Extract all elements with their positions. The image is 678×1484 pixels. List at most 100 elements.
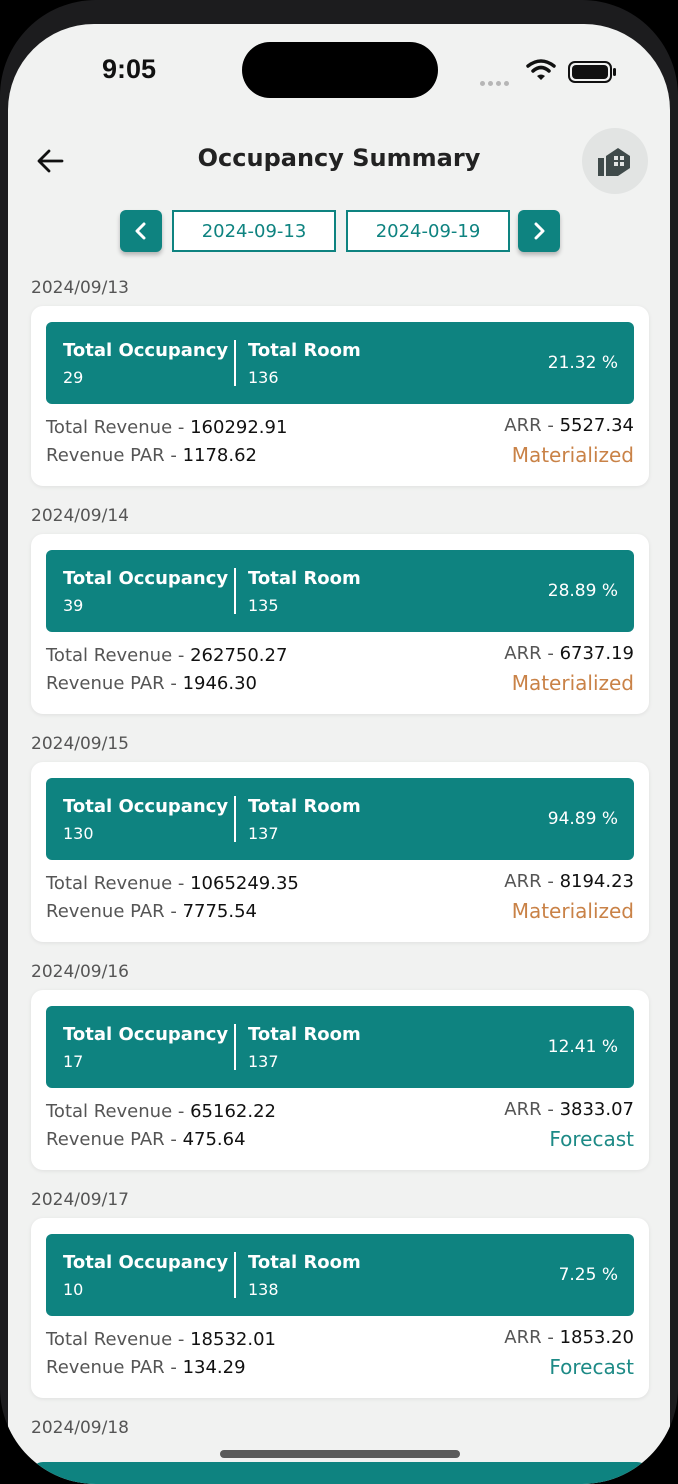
arr-label: ARR - bbox=[504, 643, 560, 664]
revenue-par-row: Revenue PAR - 7775.54 bbox=[46, 901, 257, 922]
wifi-icon bbox=[526, 59, 556, 80]
band-divider bbox=[234, 1024, 236, 1070]
revenue-par-row: Revenue PAR - 475.64 bbox=[46, 1129, 246, 1150]
end-date-field[interactable]: 2024-09-19 bbox=[346, 210, 510, 252]
status-badge: Materialized bbox=[511, 899, 634, 923]
revenue-par-row: Revenue PAR - 1946.30 bbox=[46, 673, 257, 694]
revenue-par-value: 1946.30 bbox=[182, 673, 258, 694]
hotel-logo-icon[interactable] bbox=[582, 128, 648, 194]
total-room-label: Total Room bbox=[248, 1024, 361, 1045]
total-occupancy-value: 29 bbox=[63, 368, 84, 387]
revenue-par-value: 134.29 bbox=[182, 1357, 246, 1378]
cellular-signal-icon bbox=[480, 71, 512, 90]
total-revenue-value: 65162.22 bbox=[190, 1101, 276, 1122]
arr-value: 8194.23 bbox=[559, 871, 634, 892]
occupancy-percent: 21.32 % bbox=[547, 353, 618, 373]
total-occupancy-value: 17 bbox=[63, 1052, 84, 1071]
total-occupancy-label: Total Occupancy bbox=[63, 1024, 229, 1045]
occupancy-band: Total Occupancy 39 Total Room 135 28.89 … bbox=[46, 550, 634, 632]
arr-value: 3833.07 bbox=[559, 1099, 634, 1120]
total-revenue-label: Total Revenue - bbox=[46, 417, 191, 438]
status-badge: Materialized bbox=[511, 443, 634, 467]
total-room-value: 137 bbox=[248, 824, 279, 843]
total-room-value: 138 bbox=[248, 1280, 279, 1299]
occupancy-band: Total Occupancy 17 Total Room 137 12.41 … bbox=[46, 1006, 634, 1088]
band-divider bbox=[234, 796, 236, 842]
total-revenue-value: 262750.27 bbox=[190, 645, 288, 666]
occupancy-percent: 28.89 % bbox=[547, 581, 618, 601]
previous-week-button[interactable] bbox=[120, 210, 162, 252]
total-revenue-row: Total Revenue - 65162.22 bbox=[46, 1101, 276, 1122]
chevron-right-icon bbox=[534, 222, 545, 240]
occupancy-card[interactable]: Total Occupancy 130 Total Room 137 94.89… bbox=[31, 762, 649, 942]
occupancy-card-partial[interactable] bbox=[31, 1462, 649, 1484]
occupancy-card[interactable]: Total Occupancy 29 Total Room 136 21.32 … bbox=[31, 306, 649, 486]
phone-frame: 9:05 Occupancy Summary 2024-09-13 2024-0… bbox=[0, 0, 678, 1484]
total-revenue-row: Total Revenue - 160292.91 bbox=[46, 417, 287, 438]
occupancy-percent: 7.25 % bbox=[558, 1265, 618, 1285]
building-hand-icon bbox=[598, 148, 630, 176]
occupancy-band: Total Occupancy 10 Total Room 138 7.25 % bbox=[46, 1234, 634, 1316]
total-revenue-row: Total Revenue - 18532.01 bbox=[46, 1329, 276, 1350]
total-revenue-value: 1065249.35 bbox=[190, 873, 299, 894]
total-revenue-label: Total Revenue - bbox=[46, 1101, 191, 1122]
total-revenue-row: Total Revenue - 1065249.35 bbox=[46, 873, 299, 894]
total-room-label: Total Room bbox=[248, 796, 361, 817]
occupancy-band: Total Occupancy 130 Total Room 137 94.89… bbox=[46, 778, 634, 860]
dynamic-island bbox=[242, 42, 438, 98]
revenue-par-value: 475.64 bbox=[182, 1129, 246, 1150]
occupancy-percent: 94.89 % bbox=[547, 809, 618, 829]
day-date-label: 2024/09/17 bbox=[31, 1190, 129, 1210]
day-date-label: 2024/09/13 bbox=[31, 278, 129, 298]
occupancy-card[interactable]: Total Occupancy 10 Total Room 138 7.25 %… bbox=[31, 1218, 649, 1398]
revenue-par-value: 1178.62 bbox=[182, 445, 258, 466]
arr-value: 6737.19 bbox=[559, 643, 634, 664]
revenue-par-value: 7775.54 bbox=[182, 901, 258, 922]
app-screen: 9:05 Occupancy Summary 2024-09-13 2024-0… bbox=[8, 24, 670, 1484]
start-date-field[interactable]: 2024-09-13 bbox=[172, 210, 336, 252]
total-revenue-label: Total Revenue - bbox=[46, 645, 191, 666]
band-divider bbox=[234, 340, 236, 386]
arr-label: ARR - bbox=[504, 1099, 560, 1120]
day-date-label: 2024/09/15 bbox=[31, 734, 129, 754]
status-time: 9:05 bbox=[102, 54, 157, 84]
arr-row: ARR - 5527.34 bbox=[504, 415, 634, 436]
revenue-par-label: Revenue PAR - bbox=[46, 1129, 183, 1150]
occupancy-card[interactable]: Total Occupancy 39 Total Room 135 28.89 … bbox=[31, 534, 649, 714]
total-occupancy-value: 130 bbox=[63, 824, 94, 843]
total-occupancy-value: 39 bbox=[63, 596, 84, 615]
total-revenue-row: Total Revenue - 262750.27 bbox=[46, 645, 287, 666]
total-occupancy-label: Total Occupancy bbox=[63, 340, 229, 361]
day-date-label: 2024/09/14 bbox=[31, 506, 129, 526]
arr-label: ARR - bbox=[504, 871, 560, 892]
arr-row: ARR - 3833.07 bbox=[504, 1099, 634, 1120]
arr-label: ARR - bbox=[504, 415, 560, 436]
revenue-par-label: Revenue PAR - bbox=[46, 445, 183, 466]
arr-row: ARR - 1853.20 bbox=[504, 1327, 634, 1348]
arr-value: 1853.20 bbox=[559, 1327, 634, 1348]
revenue-par-row: Revenue PAR - 1178.62 bbox=[46, 445, 257, 466]
next-week-button[interactable] bbox=[518, 210, 560, 252]
occupancy-card[interactable]: Total Occupancy 17 Total Room 137 12.41 … bbox=[31, 990, 649, 1170]
battery-icon bbox=[568, 61, 616, 83]
total-occupancy-label: Total Occupancy bbox=[63, 796, 229, 817]
arr-row: ARR - 6737.19 bbox=[504, 643, 634, 664]
band-divider bbox=[234, 568, 236, 614]
day-date-label: 2024/09/16 bbox=[31, 962, 129, 982]
revenue-par-label: Revenue PAR - bbox=[46, 901, 183, 922]
revenue-par-row: Revenue PAR - 134.29 bbox=[46, 1357, 246, 1378]
total-room-value: 136 bbox=[248, 368, 279, 387]
status-badge: Forecast bbox=[549, 1355, 634, 1379]
occupancy-percent: 12.41 % bbox=[547, 1037, 618, 1057]
total-room-value: 135 bbox=[248, 596, 279, 615]
revenue-par-label: Revenue PAR - bbox=[46, 673, 183, 694]
home-indicator[interactable] bbox=[220, 1450, 460, 1458]
page-title: Occupancy Summary bbox=[197, 144, 481, 172]
arr-label: ARR - bbox=[504, 1327, 560, 1348]
total-revenue-label: Total Revenue - bbox=[46, 873, 191, 894]
total-room-label: Total Room bbox=[248, 340, 361, 361]
status-badge: Materialized bbox=[511, 671, 634, 695]
occupancy-band: Total Occupancy 29 Total Room 136 21.32 … bbox=[46, 322, 634, 404]
total-room-value: 137 bbox=[248, 1052, 279, 1071]
total-occupancy-label: Total Occupancy bbox=[63, 568, 229, 589]
